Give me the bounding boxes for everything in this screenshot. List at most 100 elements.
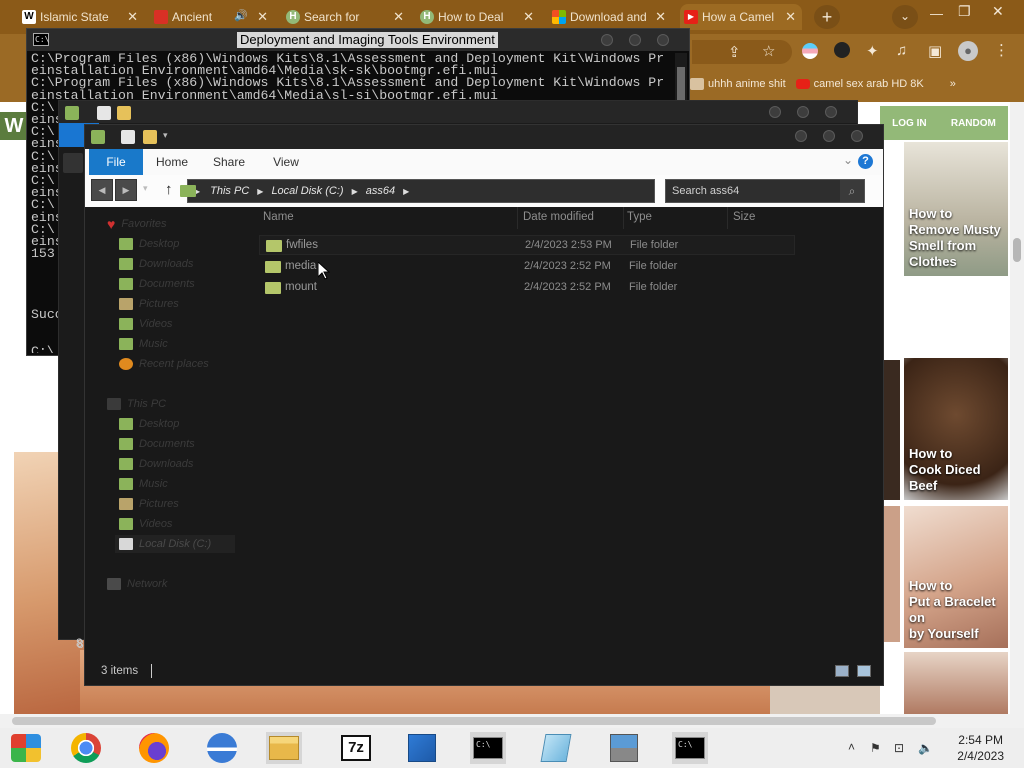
close-window-icon[interactable]: ✕ (992, 3, 1004, 20)
tab-home[interactable]: Home (147, 149, 197, 175)
minimize-button[interactable] (795, 130, 807, 142)
restore-icon[interactable]: ❐ (958, 3, 971, 20)
properties-icon[interactable] (121, 130, 135, 144)
explorer-titlebar[interactable] (59, 101, 857, 123)
nav-pc-music[interactable]: Music (119, 475, 168, 493)
article-card[interactable]: How to Cook Diced Beef (904, 358, 1008, 500)
scrollbar-thumb[interactable] (1013, 238, 1021, 262)
bookmark-item[interactable]: camel sex arab HD 8K (795, 78, 924, 90)
nav-favorites-music[interactable]: Music (119, 335, 168, 353)
taskbar-file-explorer[interactable] (266, 732, 302, 764)
random-link[interactable]: RANDOM (951, 118, 996, 129)
close-icon[interactable]: ✕ (785, 9, 796, 25)
nav-favorites-pictures[interactable]: Pictures (119, 295, 179, 313)
article-card[interactable]: How to Remove Musty Smell from Clothes (904, 142, 1008, 276)
tab-share[interactable]: Share (205, 149, 253, 175)
column-header-type[interactable]: Type (627, 211, 652, 223)
close-icon[interactable]: ✕ (257, 9, 268, 25)
maximize-button[interactable] (629, 34, 641, 46)
chrome-tab-active[interactable]: ▶ How a Camel ✕ (680, 4, 802, 30)
nav-favorites-videos[interactable]: Videos (119, 315, 172, 333)
page-vertical-scrollbar[interactable] (1010, 102, 1024, 714)
network-icon[interactable]: ⊡ (894, 741, 904, 755)
media-control-icon[interactable]: ♫ (896, 42, 907, 59)
share-icon[interactable]: ⇪ (728, 43, 741, 61)
back-button[interactable]: ◀ (91, 179, 113, 201)
taskbar-cmd[interactable]: C:\ (470, 732, 506, 764)
profile-extension-icon[interactable] (834, 42, 850, 58)
close-icon[interactable]: ✕ (127, 9, 138, 25)
chrome-tab[interactable]: Download and ✕ (548, 4, 672, 30)
nav-favorites-downloads[interactable]: Downloads (119, 255, 193, 273)
maximize-button[interactable] (797, 106, 809, 118)
breadcrumb-item[interactable]: This PC (210, 185, 249, 197)
forward-button[interactable]: ▶ (115, 179, 137, 201)
profile-avatar-icon[interactable]: ● (958, 41, 978, 61)
nav-pc-downloads[interactable]: Downloads (119, 455, 193, 473)
back-button[interactable] (63, 153, 83, 173)
nav-network[interactable]: Network (107, 575, 167, 593)
nav-pc-documents[interactable]: Documents (119, 435, 195, 453)
minimize-button[interactable] (601, 34, 613, 46)
nav-this-pc[interactable]: This PC (107, 395, 166, 413)
article-card[interactable]: How to Put a Bracelet on by Yourself (904, 506, 1008, 648)
volume-icon[interactable]: 🔈 (918, 741, 933, 755)
chrome-tab[interactable]: W Islamic State ✕ (18, 4, 144, 30)
nav-favorites-documents[interactable]: Documents (119, 275, 195, 293)
nav-favorites[interactable]: ♥ Favorites (107, 215, 167, 233)
start-button[interactable] (8, 732, 44, 764)
clock[interactable]: 2:54 PM 2/4/2023 (957, 732, 1004, 764)
taskbar-chrome[interactable] (68, 732, 104, 764)
file-row[interactable]: fwfiles 2/4/2023 2:53 PM File folder (259, 235, 795, 255)
cmd-titlebar[interactable]: C:\ Deployment and Imaging Tools Environ… (27, 29, 689, 51)
nav-favorites-desktop[interactable]: Desktop (119, 235, 179, 253)
new-folder-icon[interactable] (143, 130, 157, 144)
new-tab-button[interactable]: + (814, 5, 840, 29)
column-divider[interactable] (623, 207, 624, 229)
properties-icon[interactable] (97, 106, 111, 120)
file-row[interactable]: media 2/4/2023 2:52 PM File folder (259, 257, 795, 277)
maximize-button[interactable] (823, 130, 835, 142)
tab-search-chevron-icon[interactable]: ⌄ (892, 5, 918, 29)
taskbar-7zip[interactable]: 7z (338, 732, 374, 764)
taskbar-firefox[interactable] (136, 732, 172, 764)
nav-favorites-recent-places[interactable]: Recent places (119, 355, 209, 373)
action-center-flag-icon[interactable]: ⚑ (870, 741, 881, 755)
chrome-tab[interactable]: Ancient 🔊 ✕ (150, 4, 274, 30)
address-bar[interactable]: ▶ This PC ▶ Local Disk (C:) ▶ ass64 ▶ ↻ (180, 179, 749, 203)
chrome-menu-icon[interactable]: ⋮ (994, 41, 1009, 59)
column-divider[interactable] (517, 207, 518, 229)
file-row[interactable]: mount 2/4/2023 2:52 PM File folder (259, 278, 795, 298)
recent-locations-chevron-icon[interactable]: ▾ (143, 183, 148, 194)
wikihow-logo[interactable]: W (0, 112, 28, 140)
help-icon[interactable]: ? (858, 154, 873, 169)
taskbar-cmd-2[interactable]: C:\ (672, 732, 708, 764)
close-icon[interactable]: ✕ (655, 9, 666, 25)
close-button[interactable] (825, 106, 837, 118)
scrollbar-thumb[interactable] (12, 717, 936, 725)
taskbar-notepad[interactable] (538, 732, 574, 764)
close-icon[interactable]: ✕ (393, 9, 404, 25)
show-hidden-icons-chevron-icon[interactable]: ˄ (848, 740, 855, 754)
taskbar-edge[interactable] (204, 732, 240, 764)
bookmark-item[interactable]: uhhh anime shit (690, 78, 786, 91)
bookmarks-overflow[interactable]: » (950, 78, 956, 90)
taskbar-network-tool[interactable] (606, 732, 642, 764)
article-card[interactable] (904, 652, 1008, 714)
search-box[interactable]: ⌕ (665, 179, 865, 203)
explorer-titlebar[interactable]: ▾ (85, 125, 883, 149)
search-input[interactable] (672, 183, 832, 199)
close-icon[interactable]: ✕ (523, 9, 534, 25)
tab-view[interactable]: View (263, 149, 309, 175)
close-button[interactable] (851, 130, 863, 142)
bookmark-star-icon[interactable]: ☆ (762, 42, 775, 60)
close-button[interactable] (657, 34, 669, 46)
customize-chevron-icon[interactable]: ▾ (163, 130, 177, 144)
search-icon[interactable]: ⌕ (840, 180, 864, 202)
explorer-window[interactable]: ▾ File Home Share View ⌄ ? ◀ ▶ ▾ ↑ ▶ Thi… (84, 124, 884, 686)
tab-file[interactable]: File (89, 149, 143, 175)
nav-pc-pictures[interactable]: Pictures (119, 495, 179, 513)
expand-ribbon-chevron-icon[interactable]: ⌄ (843, 153, 853, 167)
nav-pc-videos[interactable]: Videos (119, 515, 172, 533)
breadcrumb-item[interactable]: ass64 (366, 185, 395, 197)
